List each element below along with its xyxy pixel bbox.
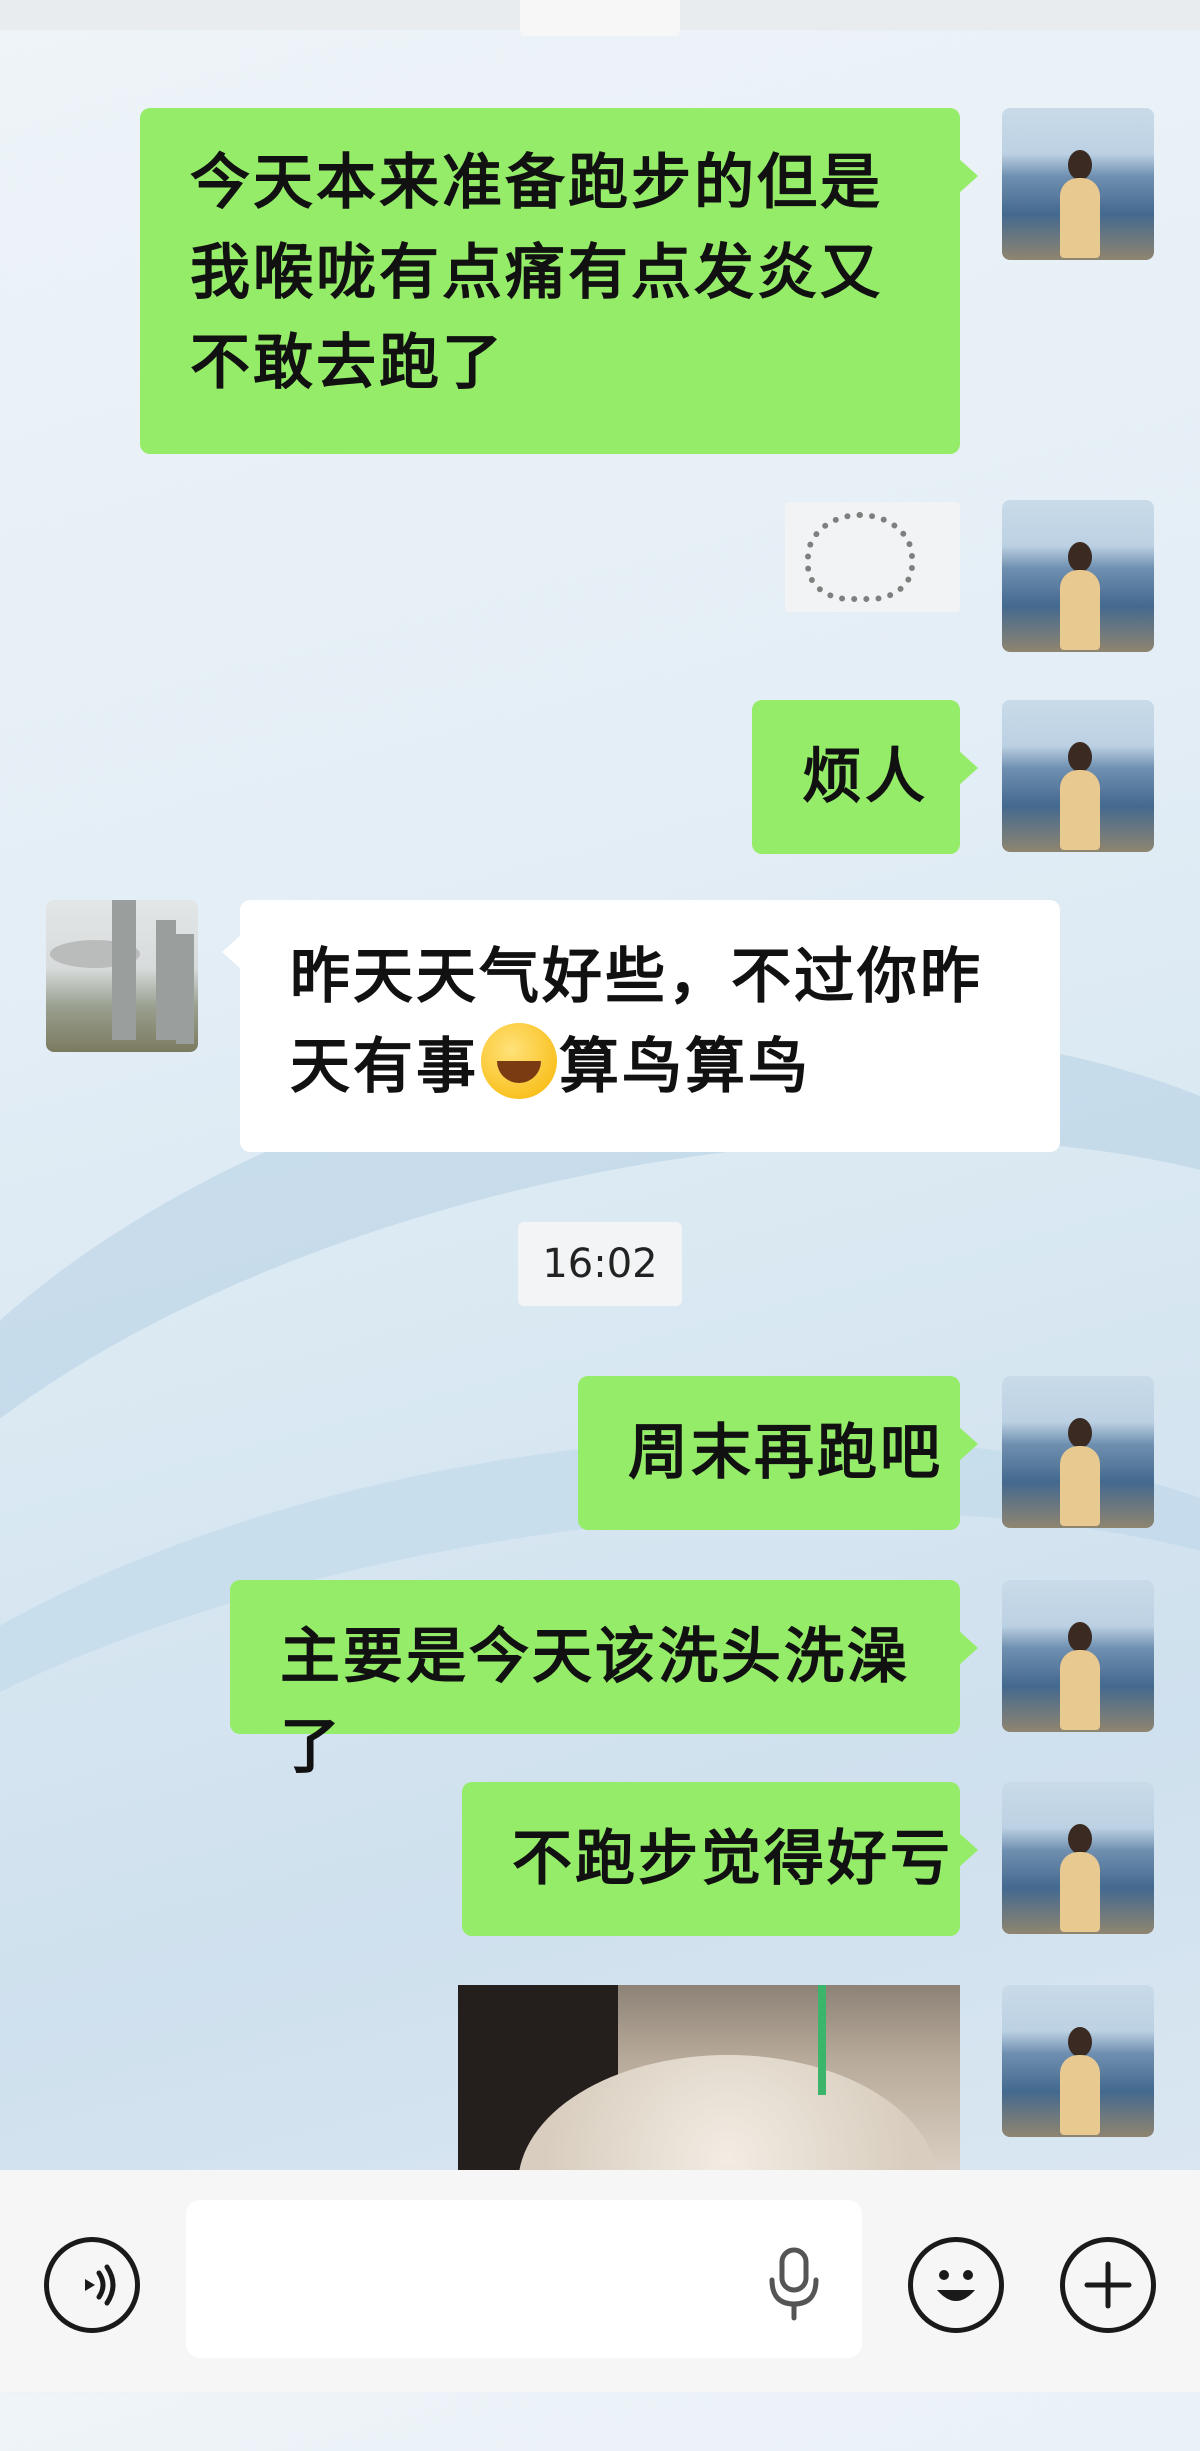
top-header-pill — [520, 0, 680, 36]
voice-mode-button[interactable] — [44, 2237, 140, 2333]
more-actions-button[interactable] — [1060, 2237, 1156, 2333]
photo-message[interactable] — [458, 1985, 960, 2170]
my-avatar[interactable] — [1002, 1985, 1154, 2137]
my-avatar[interactable] — [1002, 1782, 1154, 1934]
message-bubble-sent[interactable]: 今天本来准备跑步的但是我喉咙有点痛有点发炎又不敢去跑了 — [140, 108, 978, 454]
timestamp: 16:02 — [518, 1222, 682, 1306]
my-avatar[interactable] — [1002, 1376, 1154, 1528]
message-bubble-received[interactable]: 昨天天气好些，不过你昨天有事 算鸟算鸟 — [222, 900, 1060, 1152]
message-text: 主要是今天该洗头洗澡了 — [280, 1622, 910, 1782]
my-avatar[interactable] — [1002, 1580, 1154, 1732]
contact-avatar[interactable] — [46, 900, 198, 1052]
voice-mode-icon — [85, 2264, 116, 2306]
message-text: 不跑步觉得好亏 — [512, 1824, 953, 1894]
message-text: 周末再跑吧 — [628, 1418, 943, 1488]
message-text: 烦人 — [802, 742, 928, 812]
microphone-icon[interactable] — [764, 2244, 824, 2324]
message-text: 算鸟算鸟 — [559, 1032, 811, 1102]
message-bubble-sent[interactable]: 烦人 — [752, 700, 978, 854]
message-text: 今天本来准备跑步的但是我喉咙有点痛有点发炎又不敢去跑了 — [190, 148, 883, 398]
sticker-image — [805, 512, 915, 602]
plus-icon — [1084, 2261, 1132, 2309]
emoji-button[interactable] — [908, 2237, 1004, 2333]
message-bubble-sent[interactable]: 不跑步觉得好亏 — [462, 1782, 978, 1936]
my-avatar[interactable] — [1002, 700, 1154, 852]
sticker-message[interactable] — [785, 502, 960, 612]
emoji-icon — [937, 2270, 975, 2301]
tears-of-joy-emoji-icon — [481, 1023, 557, 1099]
my-avatar[interactable] — [1002, 500, 1154, 652]
message-bubble-sent[interactable]: 主要是今天该洗头洗澡了 — [230, 1580, 978, 1782]
message-bubble-sent[interactable]: 周末再跑吧 — [578, 1376, 978, 1530]
my-avatar[interactable] — [1002, 108, 1154, 260]
message-input[interactable] — [186, 2200, 862, 2358]
